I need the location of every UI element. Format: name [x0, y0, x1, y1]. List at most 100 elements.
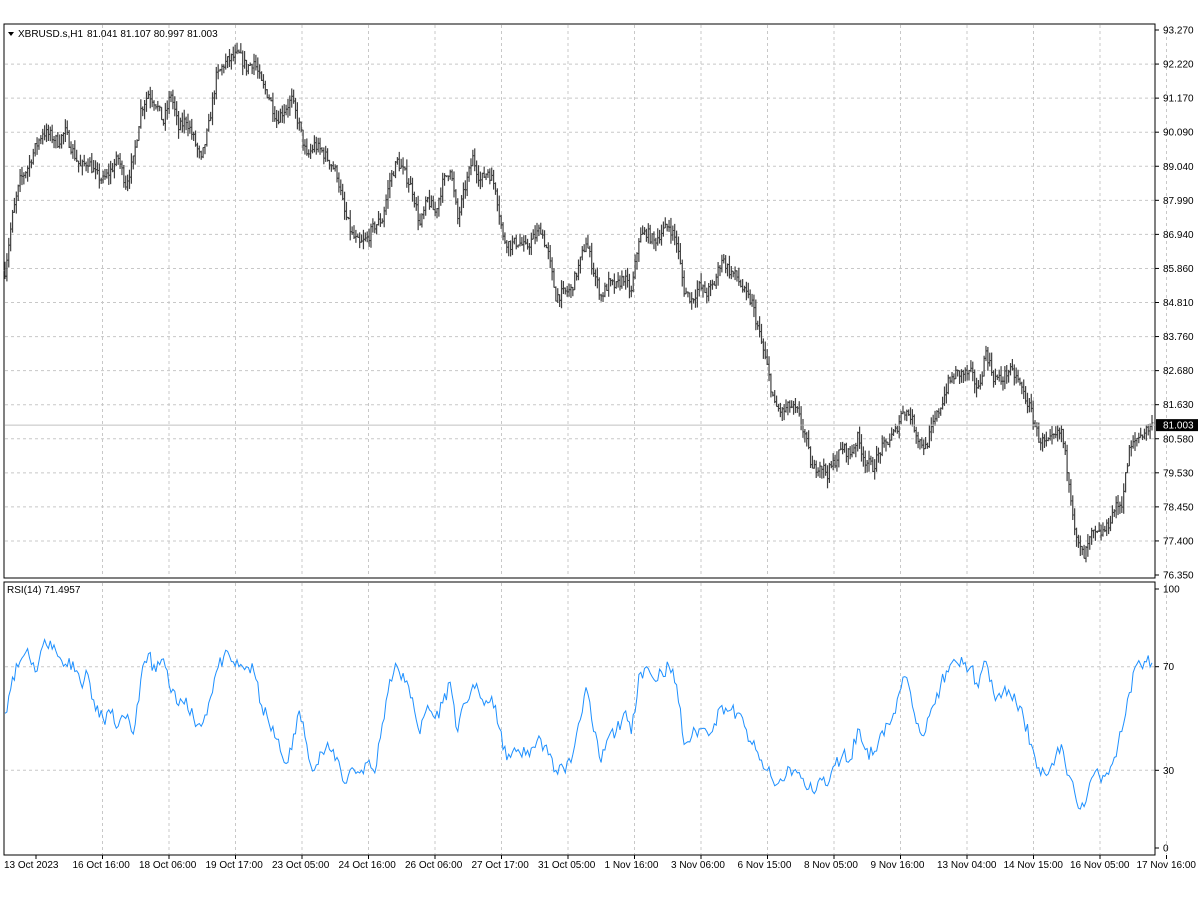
ohlc-bar	[152, 100, 156, 111]
ohlc-bar	[343, 191, 347, 220]
rsi-tick-label: 30	[1163, 766, 1175, 777]
ohlc-bar	[177, 110, 181, 139]
symbol-label[interactable]: XBRUSD.s,H1	[18, 29, 83, 40]
ohlc-bar	[705, 287, 709, 304]
ohlc-bar	[45, 123, 49, 143]
ohlc-bar	[139, 99, 143, 129]
ohlc-bar	[435, 207, 439, 219]
ohlc-bar	[1009, 363, 1013, 376]
ohlc-bar	[505, 240, 509, 254]
ohlc-bar	[171, 89, 175, 110]
ohlc-bar	[373, 221, 377, 234]
ohlc-bar	[116, 154, 120, 165]
ohlc-bar	[724, 255, 728, 274]
ohlc-bar	[124, 175, 128, 190]
ohlc-bar	[950, 372, 954, 384]
ohlc-bar	[954, 365, 958, 380]
ohlc-bar	[988, 352, 992, 367]
ohlc-bar	[169, 91, 173, 103]
x-tick-label: 1 Nov 16:00	[605, 860, 659, 871]
ohlc-bar	[1080, 545, 1084, 556]
ohlc-bar	[841, 441, 845, 455]
ohlc-bar	[144, 91, 148, 112]
ohlc-bar	[961, 369, 965, 383]
ohlc-bar	[1016, 369, 1020, 383]
ohlc-bar	[958, 370, 962, 384]
ohlc-bar	[282, 104, 286, 124]
ohlc-bar	[801, 418, 805, 438]
ohlc-bar	[861, 446, 865, 467]
ohlc-bar	[514, 234, 518, 250]
y-tick-label: 86.940	[1163, 230, 1194, 241]
ohlc-bar	[399, 158, 403, 169]
ohlc-bar	[973, 369, 977, 394]
ohlc-bar	[239, 43, 243, 54]
x-tick-label: 16 Nov 05:00	[1070, 860, 1130, 871]
ohlc-bar	[1003, 366, 1007, 390]
ohlc-bar	[141, 106, 145, 117]
ohlc-bar	[533, 225, 537, 245]
ohlc-bar	[795, 406, 799, 413]
ohlc-bar	[73, 140, 77, 161]
ohlc-bar	[1022, 379, 1026, 400]
ohlc-bar	[599, 293, 603, 302]
ohlc-bar	[90, 153, 94, 174]
ohlc-bar	[82, 154, 86, 167]
ohlc-bar	[273, 106, 277, 122]
ohlc-bar	[522, 235, 526, 252]
ohlc-bar	[965, 364, 969, 381]
ohlc-bar	[333, 164, 337, 172]
ohlc-bar	[22, 172, 26, 185]
ohlc-bar	[556, 288, 560, 304]
x-tick-label: 31 Oct 05:00	[538, 860, 596, 871]
ohlc-bar	[150, 89, 154, 108]
y-tick-label: 89.040	[1163, 162, 1194, 173]
ohlc-bar	[707, 283, 711, 302]
ohlc-bar	[388, 172, 392, 199]
ohlc-bar	[186, 113, 190, 137]
ohlc-bar	[826, 465, 830, 489]
rsi-tick-label: 70	[1163, 662, 1175, 673]
x-tick-label: 9 Nov 16:00	[871, 860, 925, 871]
dropdown-triangle-icon[interactable]	[8, 32, 14, 36]
ohlc-bar	[1046, 437, 1050, 442]
ohlc-bar	[341, 183, 345, 200]
ohlc-bar	[63, 119, 67, 143]
ohlc-bar	[644, 228, 648, 242]
chart-canvas[interactable]: 93.270 92.220 91.170 90.090 89.040 87.990 86.9…	[0, 0, 1200, 900]
ohlc-bar	[1107, 517, 1111, 535]
ohlc-bar	[601, 292, 605, 302]
ohlc-bar	[759, 323, 763, 344]
ohlc-bar	[646, 223, 650, 244]
ohlc-bar	[690, 292, 694, 310]
ohlc-bar	[918, 439, 922, 450]
ohlc-bar	[1012, 364, 1016, 386]
y-tick-label: 92.220	[1163, 60, 1194, 71]
ohlc-bar	[510, 235, 514, 256]
ohlc-bar	[41, 128, 45, 145]
ohlc-bar	[884, 438, 888, 452]
ohlc-bar	[1073, 508, 1077, 536]
ohlc-bar	[829, 460, 833, 469]
ohlc-bar	[244, 59, 248, 76]
time-axis: 13 Oct 2023 16 Oct 16:00 18 Oct 06:00 19 Oc…	[4, 855, 1196, 871]
ohlc-bar	[429, 195, 433, 208]
ohlc-bar	[635, 252, 639, 270]
ohlc-bar	[80, 159, 84, 176]
ohlc-bar	[178, 117, 182, 131]
ohlc-bar	[207, 113, 211, 132]
y-tick-label: 84.810	[1163, 298, 1194, 309]
ohlc-bar	[942, 386, 946, 406]
ohlc-bar	[103, 168, 107, 180]
ohlc-bar	[280, 105, 284, 123]
ohlc-bar	[654, 237, 658, 252]
ohlc-bar	[869, 455, 873, 466]
rsi-tick-label: 0	[1163, 844, 1169, 855]
ohlc-bar	[926, 442, 930, 449]
y-tick-label: 81.630	[1163, 400, 1194, 411]
ohlc-bar	[335, 164, 339, 183]
ohlc-bar	[929, 417, 933, 442]
ohlc-bar	[903, 411, 907, 421]
ohlc-bar	[580, 246, 584, 261]
ohlc-bar	[416, 195, 420, 231]
